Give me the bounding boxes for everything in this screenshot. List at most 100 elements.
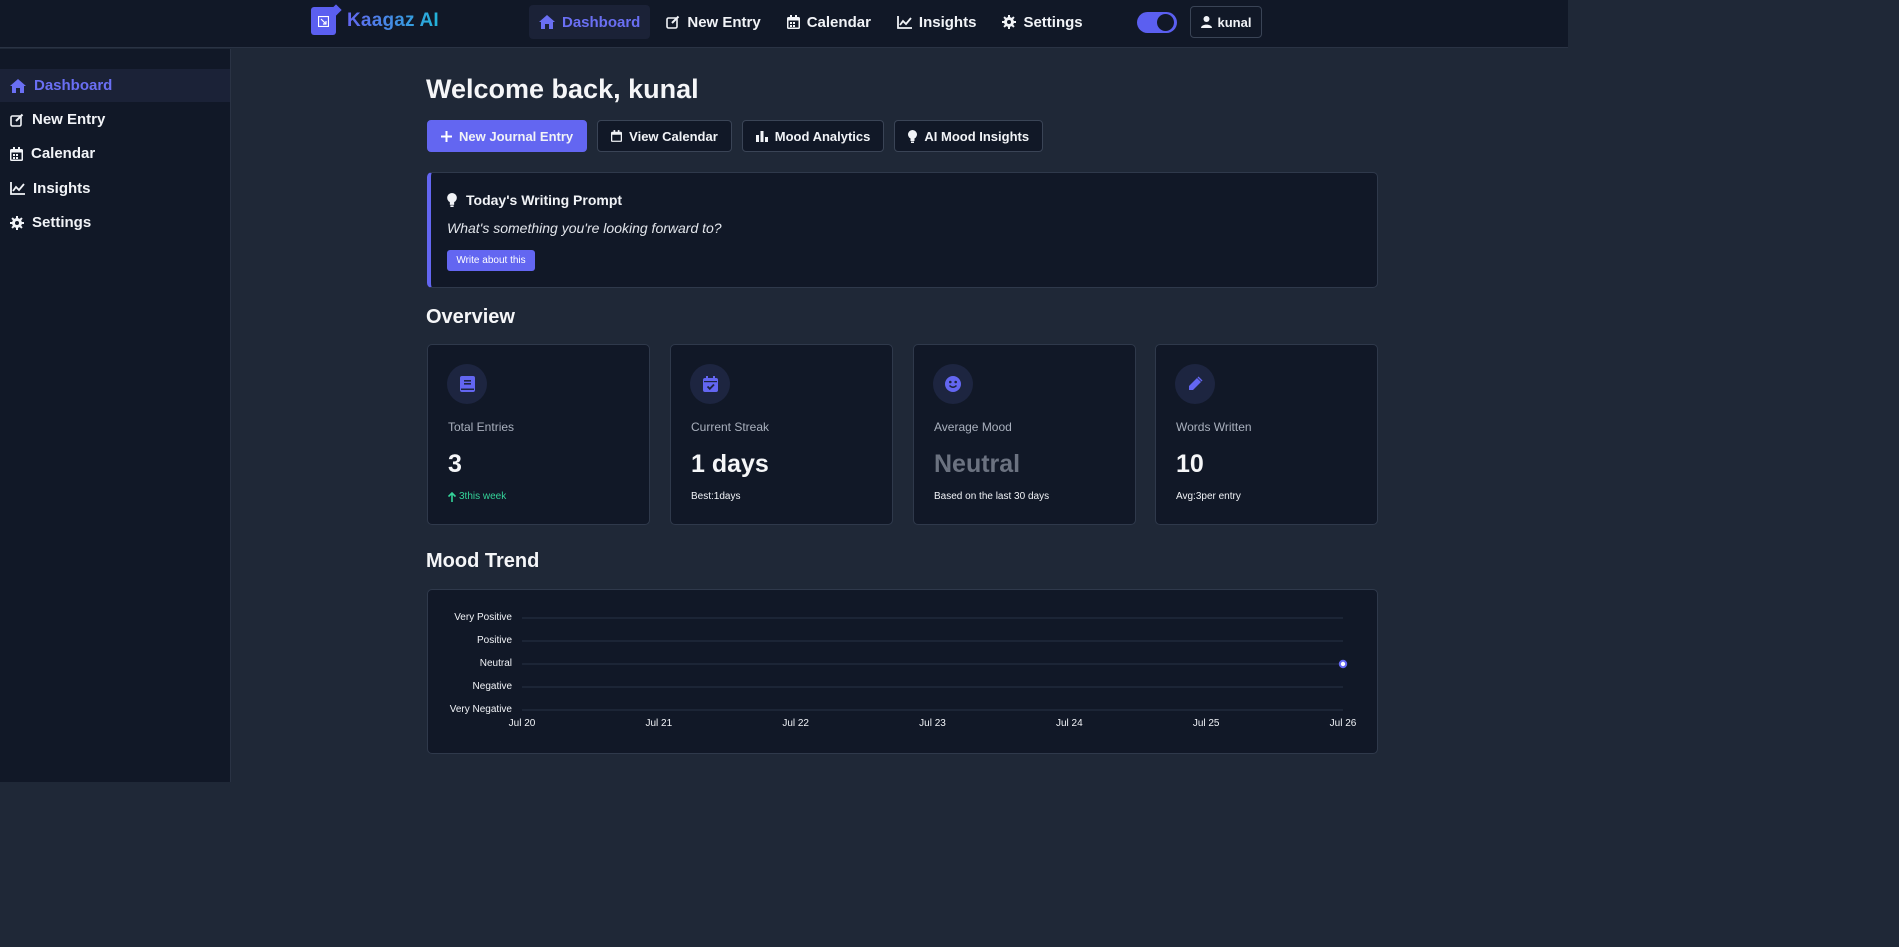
chart-plot-area: Very Negative Negative Neutral Positive Very… <box>428 590 1379 755</box>
theme-toggle[interactable] <box>1137 12 1177 33</box>
prompt-text: What's something you're looking forward … <box>447 220 722 236</box>
stat-value: 10 <box>1176 450 1204 478</box>
top-navbar: Kaagaz AI Dashboard New Entry Calendar I… <box>0 0 1568 48</box>
brand[interactable]: Kaagaz AI <box>311 7 439 35</box>
sidebar-item-new-entry[interactable]: New Entry <box>0 103 230 136</box>
lightbulb-icon <box>447 193 457 207</box>
nav-settings[interactable]: Settings <box>992 5 1092 39</box>
stat-label: Words Written <box>1176 420 1252 434</box>
y-tick-label: Positive <box>476 635 512 646</box>
nav-new-entry-label: New Entry <box>687 13 761 31</box>
nav-settings-label: Settings <box>1023 13 1083 31</box>
toggle-knob <box>1157 14 1174 31</box>
stat-value: 1 days <box>691 450 769 478</box>
stat-label: Current Streak <box>691 420 770 434</box>
sidebar-item-calendar[interactable]: Calendar <box>0 137 230 170</box>
nav-new-entry[interactable]: New Entry <box>656 5 770 39</box>
nav-dashboard-label: Dashboard <box>562 13 641 31</box>
x-tick-label: Jul 21 <box>645 718 673 729</box>
edit-icon <box>10 113 24 127</box>
write-about-this-button[interactable]: Write about this <box>447 250 535 271</box>
stat-card-current-streak: Current Streak 1 days Best:1days <box>670 344 893 525</box>
app-name: Kaagaz AI <box>347 10 439 31</box>
chart-line-icon <box>897 15 912 29</box>
pen-icon <box>1175 364 1215 404</box>
sidebar-item-dashboard[interactable]: Dashboard <box>0 69 230 102</box>
prompt-title-text: Today's Writing Prompt <box>466 192 623 208</box>
nav-insights-label: Insights <box>918 13 977 31</box>
x-tick-label: Jul 23 <box>919 718 946 729</box>
ai-mood-insights-button[interactable]: AI Mood Insights <box>894 120 1044 152</box>
mood-trend-chart: Very Negative Negative Neutral Positive Very… <box>427 589 1378 754</box>
sidebar-item-label: New Entry <box>32 111 106 128</box>
bar-chart-icon <box>755 131 768 142</box>
x-tick-label: Jul 26 <box>1329 718 1357 729</box>
stat-label: Total Entries <box>448 420 515 434</box>
quick-actions: New Journal Entry View Calendar Mood Ana… <box>427 120 1053 152</box>
calendar-icon <box>786 15 800 29</box>
button-label: View Calendar <box>629 128 718 144</box>
stat-label: Average Mood <box>934 420 1012 434</box>
y-tick-label: Very Positive <box>454 612 512 623</box>
chart-svg <box>522 617 1348 711</box>
sidebar-item-insights[interactable]: Insights <box>0 172 230 205</box>
page-title: Welcome back, kunal <box>426 74 699 104</box>
sidebar-item-label: Dashboard <box>34 77 113 94</box>
calendar-icon <box>10 146 23 161</box>
plus-icon <box>441 130 452 142</box>
sidebar: Dashboard New Entry Calendar Insights Se… <box>0 49 231 782</box>
stat-card-total-entries: Total Entries 3 3this week <box>427 344 650 525</box>
button-label: New Journal Entry <box>459 128 574 144</box>
user-icon <box>1200 16 1212 28</box>
app-logo-icon <box>311 7 336 35</box>
mood-analytics-button[interactable]: Mood Analytics <box>741 120 885 152</box>
nav-calendar-label: Calendar <box>806 13 871 31</box>
sidebar-item-label: Insights <box>33 180 91 197</box>
home-icon <box>539 15 555 29</box>
calendar-icon <box>611 130 623 142</box>
y-tick-label: Very Negative <box>449 704 512 715</box>
smile-icon <box>933 364 973 404</box>
y-tick-label: Neutral <box>479 658 512 669</box>
gear-icon <box>1002 15 1017 29</box>
stat-footnote: 3this week <box>448 491 506 502</box>
view-calendar-button[interactable]: View Calendar <box>597 120 732 152</box>
x-tick-label: Jul 24 <box>1055 718 1083 729</box>
stat-footnote: Based on the last 30 days <box>934 491 1050 502</box>
edit-icon <box>666 15 680 29</box>
mood-trend-heading: Mood Trend <box>426 550 540 572</box>
writing-prompt-card: Today's Writing Prompt What's something … <box>427 172 1378 288</box>
x-tick-label: Jul 25 <box>1192 718 1220 729</box>
stat-value: Neutral <box>934 450 1021 478</box>
button-label: AI Mood Insights <box>924 128 1030 144</box>
sidebar-item-label: Calendar <box>31 145 96 162</box>
stat-value: 3 <box>448 450 462 478</box>
sidebar-item-settings[interactable]: Settings <box>0 206 230 239</box>
stat-footnote: Best:1days <box>691 491 741 502</box>
nav-calendar[interactable]: Calendar <box>777 5 881 39</box>
stat-footnote-text: 3this week <box>459 491 507 502</box>
button-label: Mood Analytics <box>774 128 871 144</box>
x-tick-label: Jul 22 <box>782 718 809 729</box>
lightbulb-icon <box>908 129 918 143</box>
prompt-title: Today's Writing Prompt <box>447 192 622 208</box>
user-menu-button[interactable]: kunal <box>1190 6 1262 38</box>
nav-insights[interactable]: Insights <box>887 5 987 39</box>
gear-icon <box>10 215 24 230</box>
sidebar-item-label: Settings <box>32 214 92 231</box>
new-journal-entry-button[interactable]: New Journal Entry <box>427 120 588 152</box>
mood-data-point[interactable] <box>1338 659 1348 669</box>
top-nav: Dashboard New Entry Calendar Insights Se… <box>529 5 1099 39</box>
stat-card-words-written: Words Written 10 Avg:3per entry <box>1155 344 1378 525</box>
x-tick-label: Jul 20 <box>508 718 536 729</box>
home-icon <box>10 78 26 93</box>
user-name: kunal <box>1217 14 1252 30</box>
chart-line-icon <box>10 182 25 195</box>
arrow-up-icon <box>448 491 456 502</box>
y-tick-label: Negative <box>472 681 512 692</box>
nav-dashboard[interactable]: Dashboard <box>529 5 651 39</box>
overview-heading: Overview <box>426 306 515 328</box>
stat-card-average-mood: Average Mood Neutral Based on the last 3… <box>913 344 1136 525</box>
stat-footnote: Avg:3per entry <box>1176 491 1241 502</box>
calendar-check-icon <box>690 364 730 404</box>
